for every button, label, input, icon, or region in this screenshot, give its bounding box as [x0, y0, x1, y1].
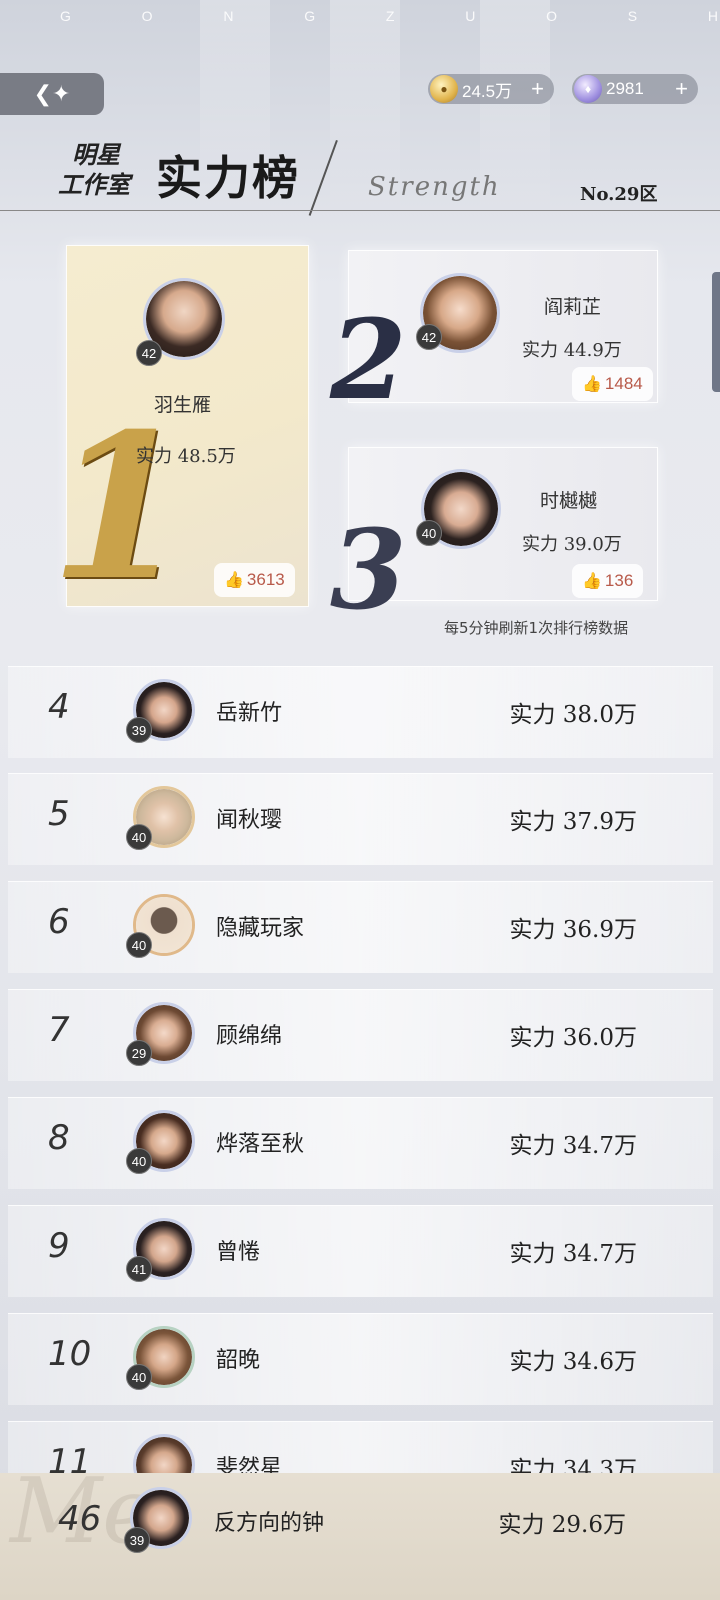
ranking-row[interactable]: 6 40 隐藏玩家 实力 36.9万 — [8, 881, 713, 973]
podium-level-badge-2: 42 — [416, 324, 442, 350]
podium-name-2: 阎莉芷 — [544, 296, 602, 318]
side-tab-handle[interactable] — [712, 272, 720, 392]
row-name: 韶晚 — [216, 1348, 261, 1373]
row-power: 实力 34.3万 — [509, 1457, 637, 1473]
title-underline — [0, 210, 720, 211]
coin-icon: ● — [430, 75, 458, 103]
ranking-row[interactable]: 10 40 韶晚 实力 34.6万 — [8, 1313, 713, 1405]
row-power: 实力 34.6万 — [509, 1349, 637, 1375]
watermark-letter: G — [304, 8, 318, 24]
watermark-letter: O — [141, 8, 155, 24]
title-english: Strength — [368, 172, 501, 202]
thumbs-up-icon: 👍 — [224, 572, 244, 589]
podium-level-badge-1: 42 — [136, 340, 162, 366]
row-level-badge: 40 — [126, 932, 152, 958]
title-studio-line2: 工作室 — [58, 170, 130, 199]
ranking-row[interactable]: 8 40 烨落至秋 实力 34.7万 — [8, 1097, 713, 1189]
row-name: 曾惓 — [216, 1240, 261, 1265]
my-rank: 46 — [58, 1499, 102, 1539]
row-power: 实力 38.0万 — [509, 702, 637, 728]
row-power: 实力 34.7万 — [509, 1241, 637, 1267]
podium-name-1: 羽生雁 — [154, 394, 212, 416]
podium-power-2: 实力 44.9万 — [522, 340, 622, 361]
row-power: 实力 36.9万 — [509, 917, 637, 943]
watermark-letter: N — [223, 8, 236, 24]
row-power: 实力 37.9万 — [509, 809, 637, 835]
row-rank: 4 — [48, 687, 70, 727]
row-name: 闻秋璎 — [216, 808, 283, 833]
ranking-row[interactable]: 4 39 岳新竹 实力 38.0万 — [8, 666, 713, 758]
server-label: No.29区 — [580, 184, 658, 205]
page-title: 实力榜 — [156, 151, 300, 205]
row-level-badge: 40 — [126, 824, 152, 850]
podium-likes-count-1: 3613 — [246, 570, 285, 589]
row-name: 隐藏玩家 — [216, 916, 305, 941]
podium-power-1: 实力 48.5万 — [136, 446, 236, 467]
my-level-badge: 39 — [124, 1527, 150, 1553]
row-rank: 10 — [48, 1334, 92, 1374]
row-rank: 7 — [48, 1010, 70, 1050]
add-gem-button[interactable]: + — [675, 78, 688, 100]
my-name: 反方向的钟 — [214, 1511, 325, 1536]
my-ranking-bar[interactable]: Me 46 39 反方向的钟 实力 29.6万 — [0, 1459, 720, 1600]
row-level-badge: 39 — [126, 717, 152, 743]
row-name: 岳新竹 — [216, 701, 283, 726]
gem-resource: ♦ 2981 + — [572, 74, 698, 104]
coin-amount: 24.5万 — [462, 81, 513, 101]
title-studio-line1: 明星 — [72, 140, 120, 169]
podium-rank-number-2: 2 — [330, 295, 407, 424]
gem-amount: 2981 — [606, 79, 644, 98]
row-level-badge: 29 — [126, 1040, 152, 1066]
row-rank: 9 — [48, 1226, 70, 1266]
thumbs-up-icon: 👍 — [582, 573, 602, 590]
header-watermark-letters: G O N G Z U O S H — [60, 8, 720, 32]
ranking-row[interactable]: 5 40 闻秋璎 实力 37.9万 — [8, 773, 713, 865]
back-button[interactable]: ❮✦ — [0, 73, 104, 115]
row-name: 烨落至秋 — [216, 1132, 305, 1157]
podium-like-button-2[interactable]: 👍 1484 — [572, 367, 653, 401]
row-rank: 5 — [48, 794, 70, 834]
watermark-letter: O — [546, 8, 559, 24]
row-rank: 8 — [48, 1118, 70, 1158]
podium-name-3: 时樾樾 — [540, 490, 598, 512]
row-power: 实力 36.0万 — [509, 1025, 637, 1051]
podium-like-button-3[interactable]: 👍 136 — [572, 564, 644, 598]
add-coin-button[interactable]: + — [531, 78, 544, 100]
watermark-letter: U — [465, 8, 478, 24]
back-arrow-icon: ❮✦ — [33, 81, 71, 107]
watermark-letter: S — [627, 8, 640, 24]
podium-likes-count-2: 1484 — [604, 374, 643, 393]
thumbs-up-icon: 👍 — [582, 376, 602, 393]
podium-likes-count-3: 136 — [604, 571, 634, 590]
watermark-letter: G — [60, 8, 73, 24]
row-level-badge: 40 — [126, 1364, 152, 1390]
podium-level-badge-3: 40 — [416, 520, 442, 546]
podium-rank-number-1: 1 — [50, 390, 190, 625]
row-level-badge: 41 — [126, 1256, 152, 1282]
row-rank: 6 — [48, 902, 70, 942]
podium-like-button-1[interactable]: 👍 3613 — [214, 563, 295, 597]
ranking-row[interactable]: 7 29 顾绵绵 实力 36.0万 — [8, 989, 713, 1081]
watermark-letter: Z — [385, 8, 397, 24]
row-name: 斐然星 — [216, 1456, 283, 1473]
row-level-badge: 40 — [126, 1148, 152, 1174]
podium-power-3: 实力 39.0万 — [522, 534, 622, 555]
coin-resource: ● 24.5万 + — [428, 74, 554, 104]
gem-icon: ♦ — [574, 75, 602, 103]
row-name: 顾绵绵 — [216, 1024, 283, 1049]
refresh-note: 每5分钟刷新1次排行榜数据 — [444, 619, 629, 637]
row-power: 实力 34.7万 — [509, 1133, 637, 1159]
title-studio: 明星 工作室 — [58, 140, 130, 200]
podium-rank-number-3: 3 — [330, 505, 407, 634]
ranking-row[interactable]: 9 41 曾惓 实力 34.7万 — [8, 1205, 713, 1297]
watermark-letter: H — [707, 8, 720, 24]
my-power: 实力 29.6万 — [498, 1512, 626, 1538]
